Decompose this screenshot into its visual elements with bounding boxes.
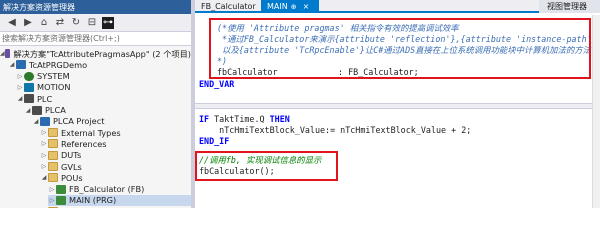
tree-item-label: External Types bbox=[61, 127, 121, 138]
end-if-line: END_IF bbox=[199, 136, 230, 146]
tree-item-label: 解决方案"TcAttributePragmasApp" (2 个项目) bbox=[13, 48, 191, 59]
tree-item[interactable]: ▷VISUs bbox=[40, 206, 191, 208]
tree-item[interactable]: ▷ MAIN (PRG) bbox=[48, 194, 191, 206]
tree-item[interactable]: ◢ POUs bbox=[40, 172, 191, 183]
folder-icon bbox=[48, 150, 58, 160]
expanded-arrow-icon[interactable]: ◢ bbox=[40, 174, 48, 181]
tree-item-label: MAIN (PRG) bbox=[69, 195, 117, 206]
editor-splitter[interactable] bbox=[195, 103, 600, 109]
tab-label: FB_Calculator bbox=[201, 2, 256, 11]
collapsed-arrow-icon[interactable]: ▷ bbox=[40, 152, 48, 159]
collapsed-arrow-icon[interactable]: ▷ bbox=[16, 84, 24, 91]
folder-icon bbox=[48, 207, 58, 208]
folder-icon bbox=[48, 173, 58, 183]
forward-icon[interactable]: ▶ bbox=[22, 17, 34, 29]
pou-icon bbox=[56, 184, 66, 194]
tree-item[interactable]: ◢ PLC bbox=[16, 93, 191, 104]
tab-fb-calculator[interactable]: FB_Calculator bbox=[195, 0, 259, 13]
collapsed-arrow-icon[interactable]: ▷ bbox=[48, 197, 56, 204]
plc-icon bbox=[24, 94, 34, 104]
tree-item-label: PLCA Project bbox=[53, 116, 105, 127]
collapsed-arrow-icon[interactable]: ▷ bbox=[40, 140, 48, 147]
expanded-arrow-icon[interactable]: ◢ bbox=[16, 95, 24, 102]
collapsed-arrow-icon[interactable]: ▷ bbox=[40, 129, 48, 136]
solution-explorer-toolbar: ◀ ▶ ⌂ ⇄ ↻ ⊟ ⊶ bbox=[0, 14, 191, 32]
tree-item-label: TcAtPRGDemo bbox=[29, 59, 88, 70]
home-icon[interactable]: ⌂ bbox=[38, 17, 50, 29]
view-manager-title[interactable]: 视图管理器 bbox=[539, 0, 600, 13]
tree-item-label: POUs bbox=[61, 172, 83, 183]
folder-icon bbox=[48, 139, 58, 149]
tree-item[interactable]: ▷ References bbox=[40, 138, 191, 149]
tree-item[interactable]: ▷ FB_Calculator (FB) bbox=[48, 184, 191, 195]
expanded-arrow-icon[interactable]: ◢ bbox=[24, 107, 32, 114]
tab-label: MAIN bbox=[267, 2, 288, 11]
folder-icon bbox=[48, 162, 58, 171]
tree-item[interactable]: ▷ SYSTEM bbox=[16, 71, 191, 82]
expanded-arrow-icon[interactable]: ◢ bbox=[0, 50, 5, 57]
close-icon[interactable]: × bbox=[303, 2, 310, 11]
tree-item-label: SYSTEM bbox=[37, 71, 70, 82]
solution-icon bbox=[4, 49, 11, 58]
highlight-box-call bbox=[195, 151, 338, 181]
project-icon bbox=[40, 116, 50, 126]
pin-icon[interactable]: ⊕ bbox=[291, 3, 297, 11]
solution-explorer-title: 解决方案资源管理器 bbox=[0, 0, 191, 14]
vertical-scrollbar[interactable] bbox=[592, 15, 600, 208]
solution-search-input[interactable]: 搜索解决方案资源管理器(Ctrl+;) bbox=[0, 32, 191, 46]
collapse-icon[interactable]: ⊟ bbox=[86, 17, 98, 29]
tree-item[interactable]: ◢ PLCA bbox=[24, 105, 191, 116]
end-var-keyword: END_VAR bbox=[199, 79, 235, 89]
tree-item-label: DUTs bbox=[61, 150, 82, 161]
tree-item[interactable]: ▷ DUTs bbox=[40, 150, 191, 161]
tree-item[interactable]: ▷ MOTION bbox=[16, 82, 191, 93]
editor-tab-bar: FB_Calculator MAIN ⊕ × 视图管理器 bbox=[195, 0, 600, 13]
properties-icon[interactable]: ⊶ bbox=[102, 16, 114, 29]
expanded-arrow-icon[interactable]: ◢ bbox=[32, 118, 40, 125]
tree-item-label: PLCA bbox=[45, 105, 66, 115]
expanded-arrow-icon[interactable]: ◢ bbox=[8, 61, 16, 68]
back-icon[interactable]: ◀ bbox=[6, 17, 18, 29]
assign-line: nTcHmiTextBlock_Value:= nTcHmiTextBlock_… bbox=[199, 125, 472, 135]
code-area[interactable]: (*使用 'Attribute pragmas' 相关指令有效的提高调试效率 *… bbox=[195, 15, 600, 208]
highlight-box-declaration bbox=[209, 18, 591, 79]
tree-item[interactable]: ▷ External Types bbox=[40, 127, 191, 138]
tree-item-label: FB_Calculator (FB) bbox=[69, 184, 145, 195]
sync-icon[interactable]: ⇄ bbox=[54, 17, 66, 29]
tree-item-label: GVLs bbox=[61, 161, 82, 172]
solution-explorer: 解决方案资源管理器 ◀ ▶ ⌂ ⇄ ↻ ⊟ ⊶ 搜索解决方案资源管理器(Ctrl… bbox=[0, 0, 191, 208]
refresh-icon[interactable]: ↻ bbox=[70, 17, 82, 29]
tree-item[interactable]: ◢ PLCA Project bbox=[32, 116, 191, 127]
plc-icon bbox=[32, 105, 42, 115]
tree-item-label: MOTION bbox=[37, 82, 71, 93]
collapsed-arrow-icon[interactable]: ▷ bbox=[16, 73, 24, 80]
tree-item[interactable]: ◢ 解决方案"TcAttributePragmasApp" (2 个项目) bbox=[0, 48, 191, 59]
tree-item-label: PLC bbox=[37, 93, 53, 104]
if-line: IF TaktTime.Q THEN bbox=[199, 114, 290, 124]
collapsed-arrow-icon[interactable]: ▷ bbox=[40, 163, 48, 170]
project-icon bbox=[16, 60, 26, 70]
tree-item-label: VISUs bbox=[61, 207, 84, 208]
folder-icon bbox=[48, 128, 58, 138]
tree-item-label: References bbox=[61, 138, 107, 149]
pou-icon bbox=[56, 195, 66, 205]
tree-item[interactable]: ▷ GVLs bbox=[40, 161, 191, 172]
motion-icon bbox=[24, 82, 34, 92]
collapsed-arrow-icon[interactable]: ▷ bbox=[48, 186, 56, 193]
gear-icon bbox=[24, 71, 34, 81]
tab-main[interactable]: MAIN ⊕ × bbox=[261, 0, 319, 13]
tree-item[interactable]: ◢ TcAtPRGDemo bbox=[8, 59, 191, 70]
code-editor: FB_Calculator MAIN ⊕ × 视图管理器 (*使用 'Attri… bbox=[195, 0, 600, 208]
